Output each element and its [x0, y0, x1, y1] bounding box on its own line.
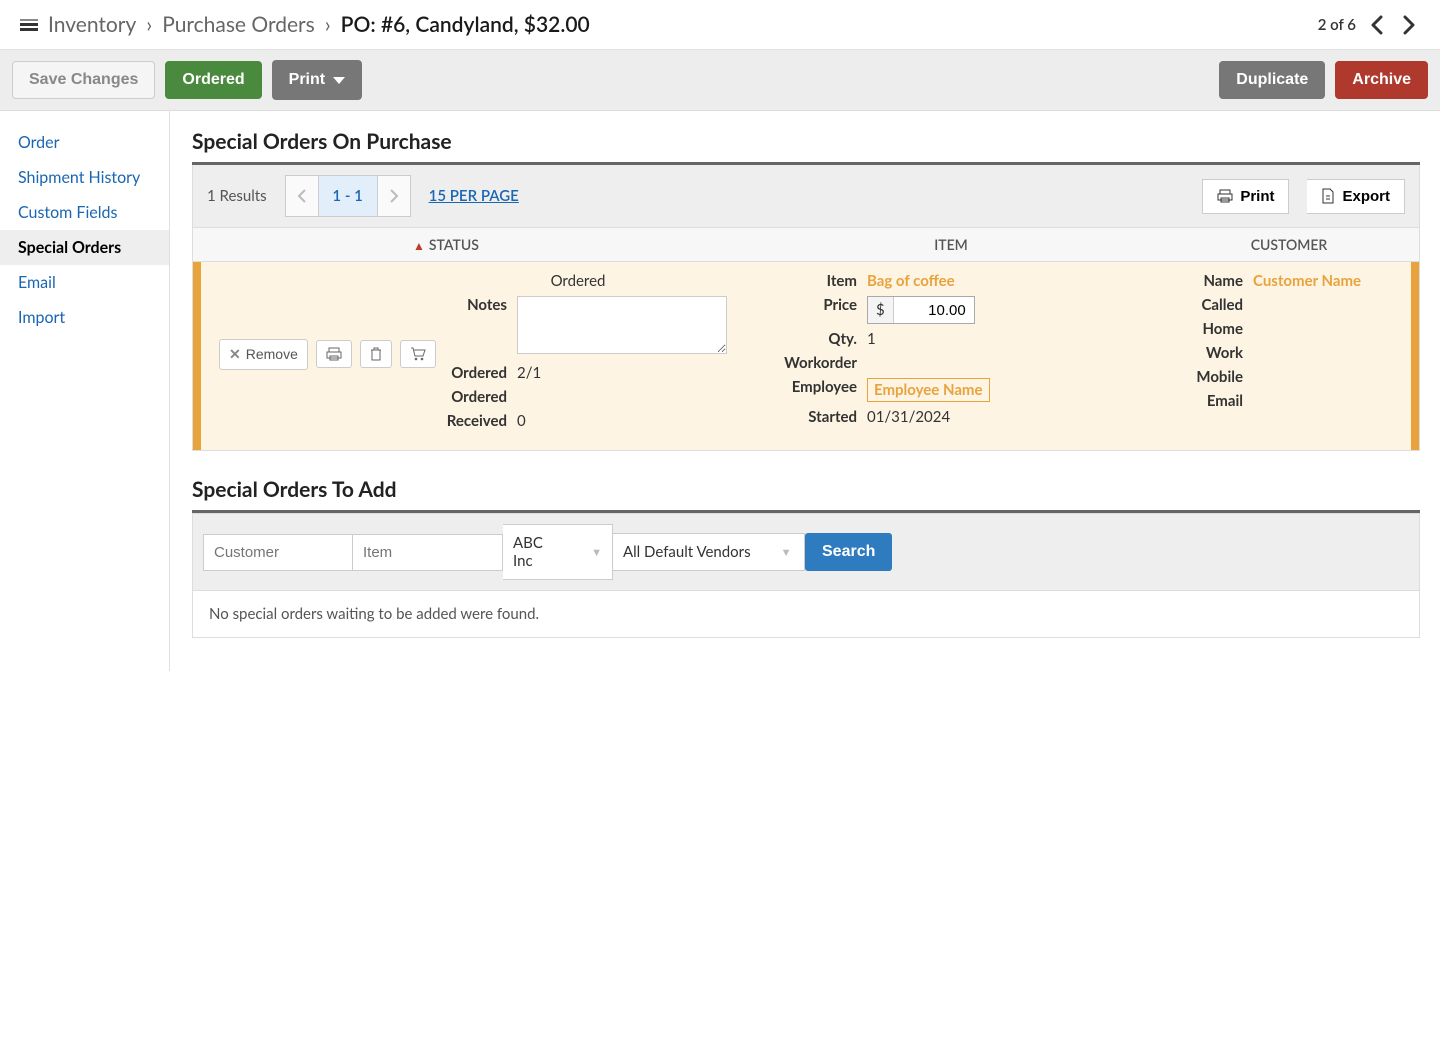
customer-filter-input[interactable]	[203, 534, 353, 571]
next-record-button[interactable]	[1398, 15, 1420, 35]
trash-icon	[370, 347, 382, 361]
breadcrumb-purchase-orders[interactable]: Purchase Orders	[162, 12, 315, 37]
action-toolbar: Save Changes Ordered Print Duplicate Arc…	[0, 50, 1440, 111]
started-value: 01/31/2024	[867, 408, 1145, 426]
status-column: Ordered Notes Ordered 2/1 Ordered Receive…	[413, 272, 743, 436]
print-label: Print	[289, 71, 325, 89]
sort-up-icon[interactable]: ▲	[413, 238, 425, 253]
received-value: 0	[517, 412, 729, 430]
record-pager: 2 of 6	[1318, 15, 1420, 35]
main: Special Orders On Purchase 1 Results 1 -…	[170, 111, 1440, 671]
chevron-right-icon: ›	[146, 12, 152, 37]
pagination: 1 - 1	[285, 175, 411, 217]
page-prev-button[interactable]	[285, 175, 319, 217]
remove-button[interactable]: ✕Remove	[219, 339, 308, 370]
archive-button[interactable]: Archive	[1335, 61, 1428, 99]
item-column: ItemBag of coffee Price $ Qty.1 Workorde…	[743, 272, 1159, 436]
empty-message: No special orders waiting to be added we…	[192, 591, 1420, 638]
caret-down-icon: ▼	[781, 546, 792, 559]
on-purchase-panel: 1 Results 1 - 1 15 PER PAGE Print	[192, 162, 1420, 451]
page-range[interactable]: 1 - 1	[319, 175, 377, 217]
print-dropdown-button[interactable]: Print	[272, 60, 362, 100]
pager-text: 2 of 6	[1318, 16, 1356, 34]
customer-column: NameCustomer Name Called Home Work Mobil…	[1159, 272, 1419, 436]
breadcrumb: Inventory › Purchase Orders › PO: #6, Ca…	[20, 12, 590, 37]
qty-value: 1	[867, 330, 1145, 348]
ordered-value: 2/1	[517, 364, 729, 382]
customer-link[interactable]: Customer Name	[1253, 272, 1361, 290]
row-delete-button[interactable]	[360, 340, 392, 368]
page-next-button[interactable]	[377, 175, 411, 217]
to-add-panel: ABC Inc▼ All Default Vendors▼ Search No …	[192, 510, 1420, 638]
sidebar-item-email[interactable]: Email	[0, 265, 169, 300]
sidebar-item-custom-fields[interactable]: Custom Fields	[0, 195, 169, 230]
sidebar-item-import[interactable]: Import	[0, 300, 169, 335]
print-list-button[interactable]: Print	[1202, 179, 1289, 214]
prev-record-button[interactable]	[1366, 15, 1388, 35]
employee-link[interactable]: Employee Name	[867, 378, 990, 402]
ordered-label: Ordered	[427, 364, 507, 382]
close-icon: ✕	[229, 346, 241, 363]
chevron-right-icon: ›	[325, 12, 331, 37]
item-link[interactable]: Bag of coffee	[867, 272, 955, 290]
table-header: ▲ STATUS ITEM CUSTOMER	[192, 228, 1420, 262]
filter-bar: ABC Inc▼ All Default Vendors▼ Search	[192, 513, 1420, 591]
per-page-link[interactable]: 15 PER PAGE	[429, 187, 519, 205]
print-icon	[1217, 189, 1233, 203]
print-icon	[326, 347, 342, 361]
col-item[interactable]: ITEM	[743, 236, 1159, 253]
vendor-select[interactable]: All Default Vendors▼	[613, 533, 805, 571]
search-button[interactable]: Search	[805, 533, 892, 571]
breadcrumb-current: PO: #6, Candyland, $32.00	[341, 12, 590, 37]
sidebar: Order Shipment History Custom Fields Spe…	[0, 111, 170, 671]
price-input-group: $	[867, 296, 975, 324]
section-title-on-purchase: Special Orders On Purchase	[192, 129, 1420, 154]
caret-down-icon	[333, 77, 345, 84]
price-input[interactable]	[894, 297, 974, 323]
topbar: Inventory › Purchase Orders › PO: #6, Ca…	[0, 0, 1440, 50]
sidebar-item-shipment-history[interactable]: Shipment History	[0, 160, 169, 195]
caret-down-icon: ▼	[591, 546, 602, 559]
menu-icon[interactable]	[20, 19, 38, 31]
sidebar-item-order[interactable]: Order	[0, 125, 169, 160]
ordered-button[interactable]: Ordered	[165, 61, 261, 99]
export-button[interactable]: Export	[1307, 179, 1405, 214]
row-actions: ✕Remove	[193, 272, 413, 436]
sidebar-item-special-orders[interactable]: Special Orders	[0, 230, 169, 265]
export-icon	[1321, 188, 1335, 204]
col-customer[interactable]: CUSTOMER	[1159, 236, 1419, 253]
save-changes-button: Save Changes	[12, 61, 155, 99]
shop-select[interactable]: ABC Inc▼	[503, 524, 613, 580]
special-order-row: ✕Remove Ordered Notes Ordered2/1 Ord	[192, 262, 1420, 451]
duplicate-button[interactable]: Duplicate	[1219, 61, 1325, 99]
section-title-to-add: Special Orders To Add	[192, 477, 1420, 502]
currency-symbol: $	[868, 297, 894, 323]
col-status[interactable]: STATUS	[429, 236, 479, 253]
results-count: 1 Results	[207, 187, 267, 205]
ordered2-label: Ordered	[427, 388, 507, 406]
received-label: Received	[427, 412, 507, 430]
content: Order Shipment History Custom Fields Spe…	[0, 111, 1440, 671]
notes-input[interactable]	[517, 296, 727, 354]
item-filter-input[interactable]	[353, 534, 503, 571]
notes-label: Notes	[427, 296, 507, 314]
row-print-button[interactable]	[316, 340, 352, 368]
breadcrumb-inventory[interactable]: Inventory	[48, 12, 136, 37]
status-value: Ordered	[427, 272, 729, 290]
panel-controls: 1 Results 1 - 1 15 PER PAGE Print	[192, 165, 1420, 228]
